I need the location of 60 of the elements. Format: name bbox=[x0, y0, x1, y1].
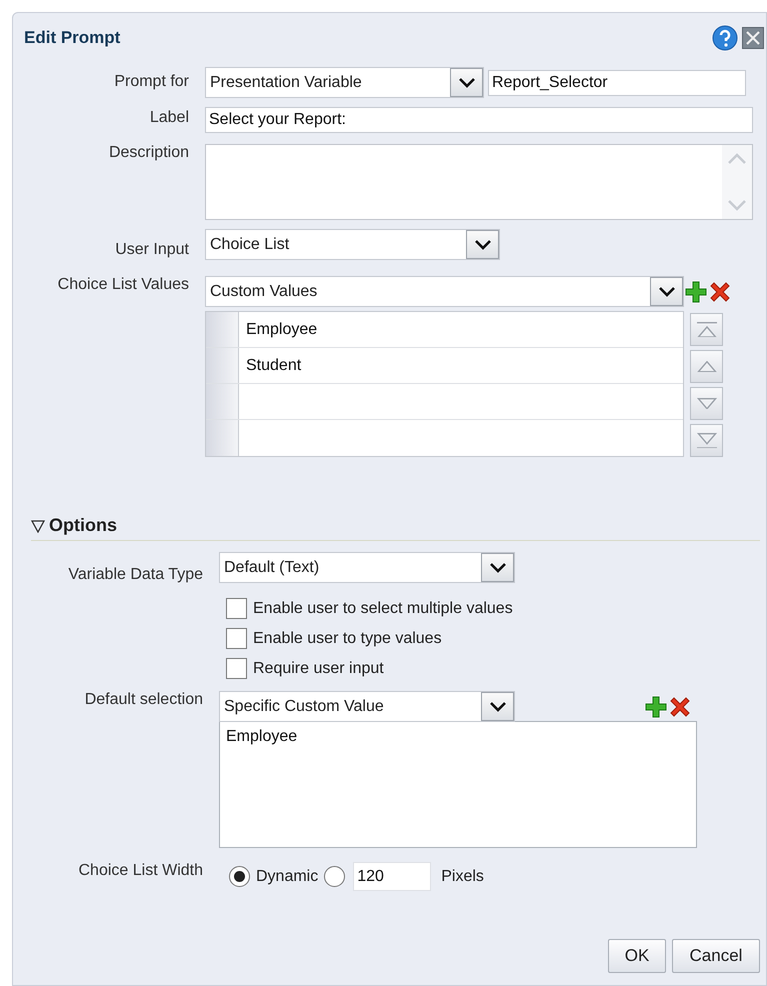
dropdown-button[interactable] bbox=[466, 230, 499, 259]
table-cell[interactable]: Employee bbox=[239, 312, 683, 347]
name-field[interactable]: Report_Selector bbox=[488, 70, 746, 96]
dropdown[interactable]: Custom Values bbox=[205, 276, 684, 307]
field-label: Choice List Width bbox=[78, 862, 203, 880]
move-button[interactable] bbox=[690, 424, 723, 457]
close-icon[interactable] bbox=[742, 27, 764, 49]
move-button[interactable] bbox=[690, 313, 723, 346]
label-field[interactable]: Select your Report: bbox=[205, 107, 753, 133]
radio-label: Dynamic bbox=[256, 868, 318, 886]
move-bottom-icon bbox=[696, 432, 716, 448]
field-label: Default selection bbox=[84, 691, 203, 709]
move-button[interactable] bbox=[690, 387, 723, 420]
pixels-field[interactable]: 120 bbox=[353, 862, 432, 891]
collapse-triangle-icon[interactable] bbox=[31, 518, 45, 532]
value-list[interactable]: Employee bbox=[219, 721, 697, 848]
add-icon[interactable] bbox=[645, 696, 667, 718]
radio-button[interactable] bbox=[229, 866, 250, 887]
dropdown-button[interactable] bbox=[481, 692, 514, 721]
field-label: Description bbox=[108, 144, 189, 162]
dialog-title: Edit Prompt bbox=[24, 28, 120, 48]
chevron-down-icon bbox=[658, 286, 676, 298]
delete-icon[interactable] bbox=[668, 694, 692, 718]
section-title: Options bbox=[49, 515, 117, 536]
move-down-icon bbox=[696, 398, 716, 410]
checkbox[interactable] bbox=[226, 628, 247, 649]
field-label: Label bbox=[150, 108, 189, 127]
checkbox-label: Enable user to select multiple values bbox=[253, 600, 513, 618]
chevron-down-icon bbox=[474, 238, 492, 250]
description-field[interactable] bbox=[205, 144, 753, 220]
add-icon[interactable] bbox=[685, 280, 707, 302]
checkbox-label: Enable user to type values bbox=[253, 630, 442, 648]
dropdown[interactable]: Presentation Variable bbox=[205, 67, 484, 98]
chevron-down-icon bbox=[488, 562, 506, 574]
list-item[interactable]: Employee bbox=[226, 728, 298, 745]
dropdown[interactable]: Choice List bbox=[205, 229, 500, 260]
dialog-button[interactable]: Cancel bbox=[672, 939, 760, 973]
dropdown-button[interactable] bbox=[650, 277, 683, 306]
radio-button[interactable] bbox=[324, 866, 346, 887]
dropdown-button[interactable] bbox=[481, 553, 514, 582]
field-label: Choice List Values bbox=[58, 276, 189, 294]
checkbox[interactable] bbox=[226, 658, 247, 679]
chevron-down-icon bbox=[458, 76, 476, 88]
dialog-button[interactable]: OK bbox=[608, 939, 666, 973]
checkbox-label: Require user input bbox=[253, 660, 384, 678]
move-up-icon bbox=[696, 360, 716, 372]
unit-label: Pixels bbox=[441, 868, 484, 886]
field-label: Variable Data Type bbox=[68, 565, 203, 584]
delete-icon[interactable] bbox=[708, 280, 732, 304]
dropdown[interactable]: Specific Custom Value bbox=[219, 691, 515, 722]
dropdown-button[interactable] bbox=[450, 68, 483, 97]
move-button[interactable] bbox=[690, 350, 723, 383]
help-icon[interactable] bbox=[712, 25, 738, 51]
chevron-down-icon bbox=[488, 700, 506, 712]
move-top-icon bbox=[696, 322, 716, 338]
field-label: User Input bbox=[115, 240, 189, 259]
dropdown[interactable]: Default (Text) bbox=[219, 552, 515, 583]
checkbox[interactable] bbox=[226, 598, 247, 619]
table-cell[interactable]: Student bbox=[239, 348, 683, 383]
field-label: Prompt for bbox=[114, 72, 189, 91]
